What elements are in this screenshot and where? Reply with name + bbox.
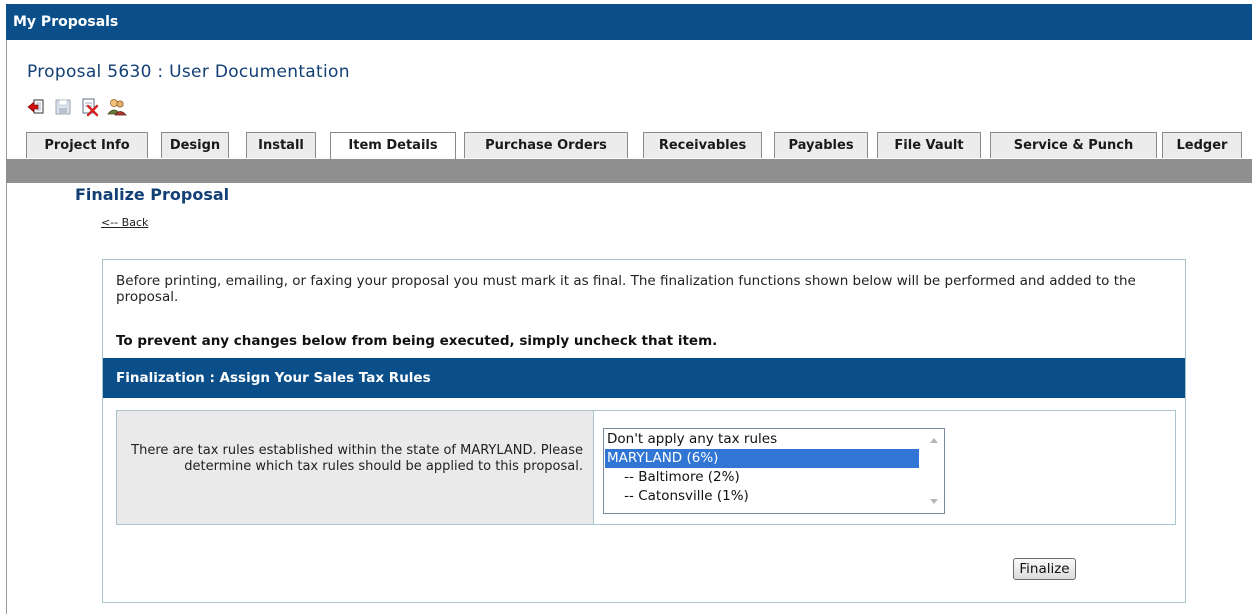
tab-item-details[interactable]: Item Details — [330, 132, 456, 160]
section-title: Finalize Proposal — [75, 185, 230, 204]
tab-ledger[interactable]: Ledger — [1162, 132, 1242, 158]
listbox-scrollbar[interactable] — [924, 429, 944, 513]
finalize-button[interactable]: Finalize — [1013, 558, 1076, 580]
app-header: My Proposals — [6, 4, 1252, 40]
tax-option[interactable]: -- Catonsville (1%) — [605, 487, 919, 506]
tab-payables[interactable]: Payables — [774, 132, 868, 158]
tab-project-info[interactable]: Project Info — [26, 132, 148, 158]
instruction-text: To prevent any changes below from being … — [116, 333, 718, 349]
exit-icon[interactable] — [27, 97, 47, 117]
left-border — [6, 40, 7, 614]
tax-rules-description: There are tax rules established within t… — [131, 443, 583, 474]
tab-receivables[interactable]: Receivables — [643, 132, 762, 158]
tab-install[interactable]: Install — [246, 132, 316, 158]
scroll-up-icon[interactable] — [930, 438, 938, 443]
tax-rules-label-cell: There are tax rules established within t… — [117, 411, 594, 524]
save-icon[interactable] — [53, 97, 73, 117]
tax-option[interactable]: Don't apply any tax rules — [605, 430, 919, 449]
finalize-panel: Before printing, emailing, or faxing you… — [102, 259, 1186, 603]
scroll-down-icon[interactable] — [930, 499, 938, 504]
page-title: Proposal 5630 : User Documentation — [27, 62, 350, 82]
tab-strip — [6, 159, 1252, 183]
intro-text: Before printing, emailing, or faxing you… — [116, 273, 1136, 305]
users-icon[interactable] — [107, 97, 127, 117]
tax-rules-listbox[interactable]: Don't apply any tax rules MARYLAND (6%) … — [603, 428, 945, 514]
tax-option-selected[interactable]: MARYLAND (6%) — [605, 449, 919, 468]
back-link[interactable]: <-- Back — [101, 216, 148, 229]
tab-file-vault[interactable]: File Vault — [877, 132, 981, 158]
tab-purchase-orders[interactable]: Purchase Orders — [464, 132, 628, 158]
tax-rules-table: There are tax rules established within t… — [116, 410, 1176, 525]
delete-icon[interactable] — [80, 97, 100, 117]
tab-service-punch[interactable]: Service & Punch — [990, 132, 1157, 158]
tax-option[interactable]: -- Baltimore (2%) — [605, 468, 919, 487]
tab-design[interactable]: Design — [161, 132, 229, 158]
section-header: Finalization : Assign Your Sales Tax Rul… — [103, 358, 1185, 398]
